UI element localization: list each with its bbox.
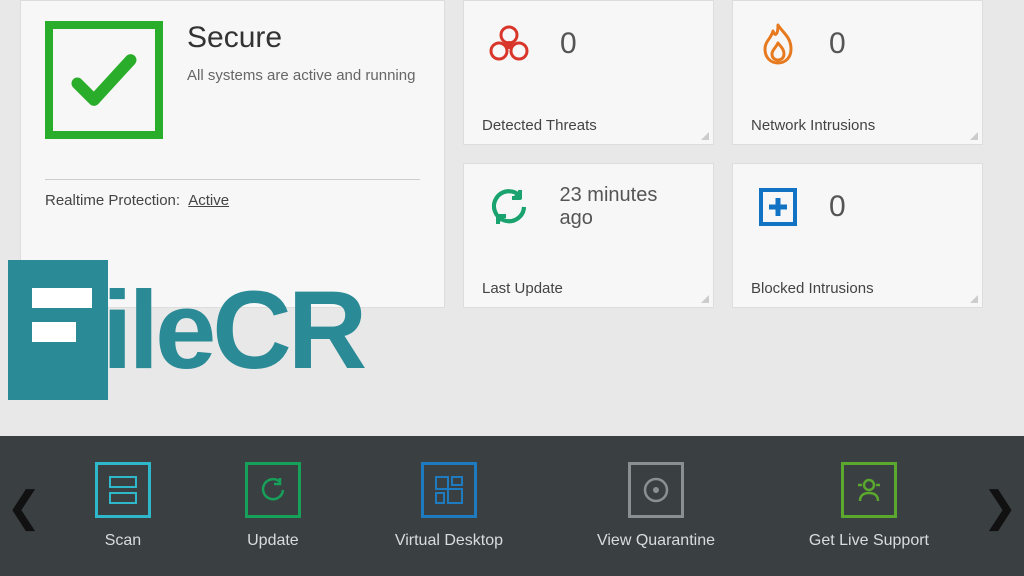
bottom-toolbar: ❮ Scan Update Virtual Desktop View Quara… — [0, 436, 1024, 576]
update-icon — [245, 462, 301, 518]
toolbar-quarantine-button[interactable]: View Quarantine — [587, 462, 725, 550]
secure-check-icon — [45, 21, 163, 139]
blocked-plus-icon — [751, 180, 805, 234]
watermark-text: ileCR — [102, 267, 363, 394]
toolbar-scan-label: Scan — [105, 532, 141, 550]
quarantine-icon — [628, 462, 684, 518]
support-icon — [841, 462, 897, 518]
toolbar-virtual-desktop-button[interactable]: Virtual Desktop — [385, 462, 513, 550]
threats-label: Detected Threats — [482, 117, 695, 134]
flame-icon — [751, 17, 805, 71]
toolbar-support-button[interactable]: Get Live Support — [799, 462, 939, 550]
toolbar-support-label: Get Live Support — [809, 532, 929, 550]
toolbar-update-label: Update — [247, 532, 299, 550]
toolbar-quarantine-label: View Quarantine — [597, 532, 715, 550]
tile-detected-threats[interactable]: 0 Detected Threats — [463, 0, 714, 145]
toolbar-prev-arrow[interactable]: ❮ — [0, 436, 48, 576]
scan-icon — [95, 462, 151, 518]
network-label: Network Intrusions — [751, 117, 964, 134]
realtime-value[interactable]: Active — [188, 192, 229, 209]
biohazard-icon — [482, 17, 536, 71]
network-value: 0 — [829, 27, 846, 61]
tile-blocked-intrusions[interactable]: 0 Blocked Intrusions — [732, 163, 983, 308]
watermark-f-icon — [8, 260, 108, 400]
blocked-value: 0 — [829, 190, 846, 224]
watermark-logo: ileCR — [8, 260, 363, 400]
toolbar-next-arrow[interactable]: ❯ — [976, 436, 1024, 576]
tile-last-update[interactable]: 23 minutes ago Last Update — [463, 163, 714, 308]
tile-network-intrusions[interactable]: 0 Network Intrusions — [732, 0, 983, 145]
update-label: Last Update — [482, 280, 695, 297]
realtime-protection-row[interactable]: Realtime Protection: Active — [45, 192, 420, 209]
threats-value: 0 — [560, 27, 577, 61]
status-title: Secure — [187, 21, 415, 55]
update-value: 23 minutes ago — [560, 184, 696, 230]
refresh-icon — [482, 180, 536, 234]
virtual-desktop-icon — [421, 462, 477, 518]
toolbar-virtual-label: Virtual Desktop — [395, 532, 503, 550]
status-subtitle: All systems are active and running — [187, 65, 415, 86]
blocked-label: Blocked Intrusions — [751, 280, 964, 297]
toolbar-scan-button[interactable]: Scan — [85, 462, 161, 550]
toolbar-update-button[interactable]: Update — [235, 462, 311, 550]
realtime-label: Realtime Protection: — [45, 192, 180, 209]
